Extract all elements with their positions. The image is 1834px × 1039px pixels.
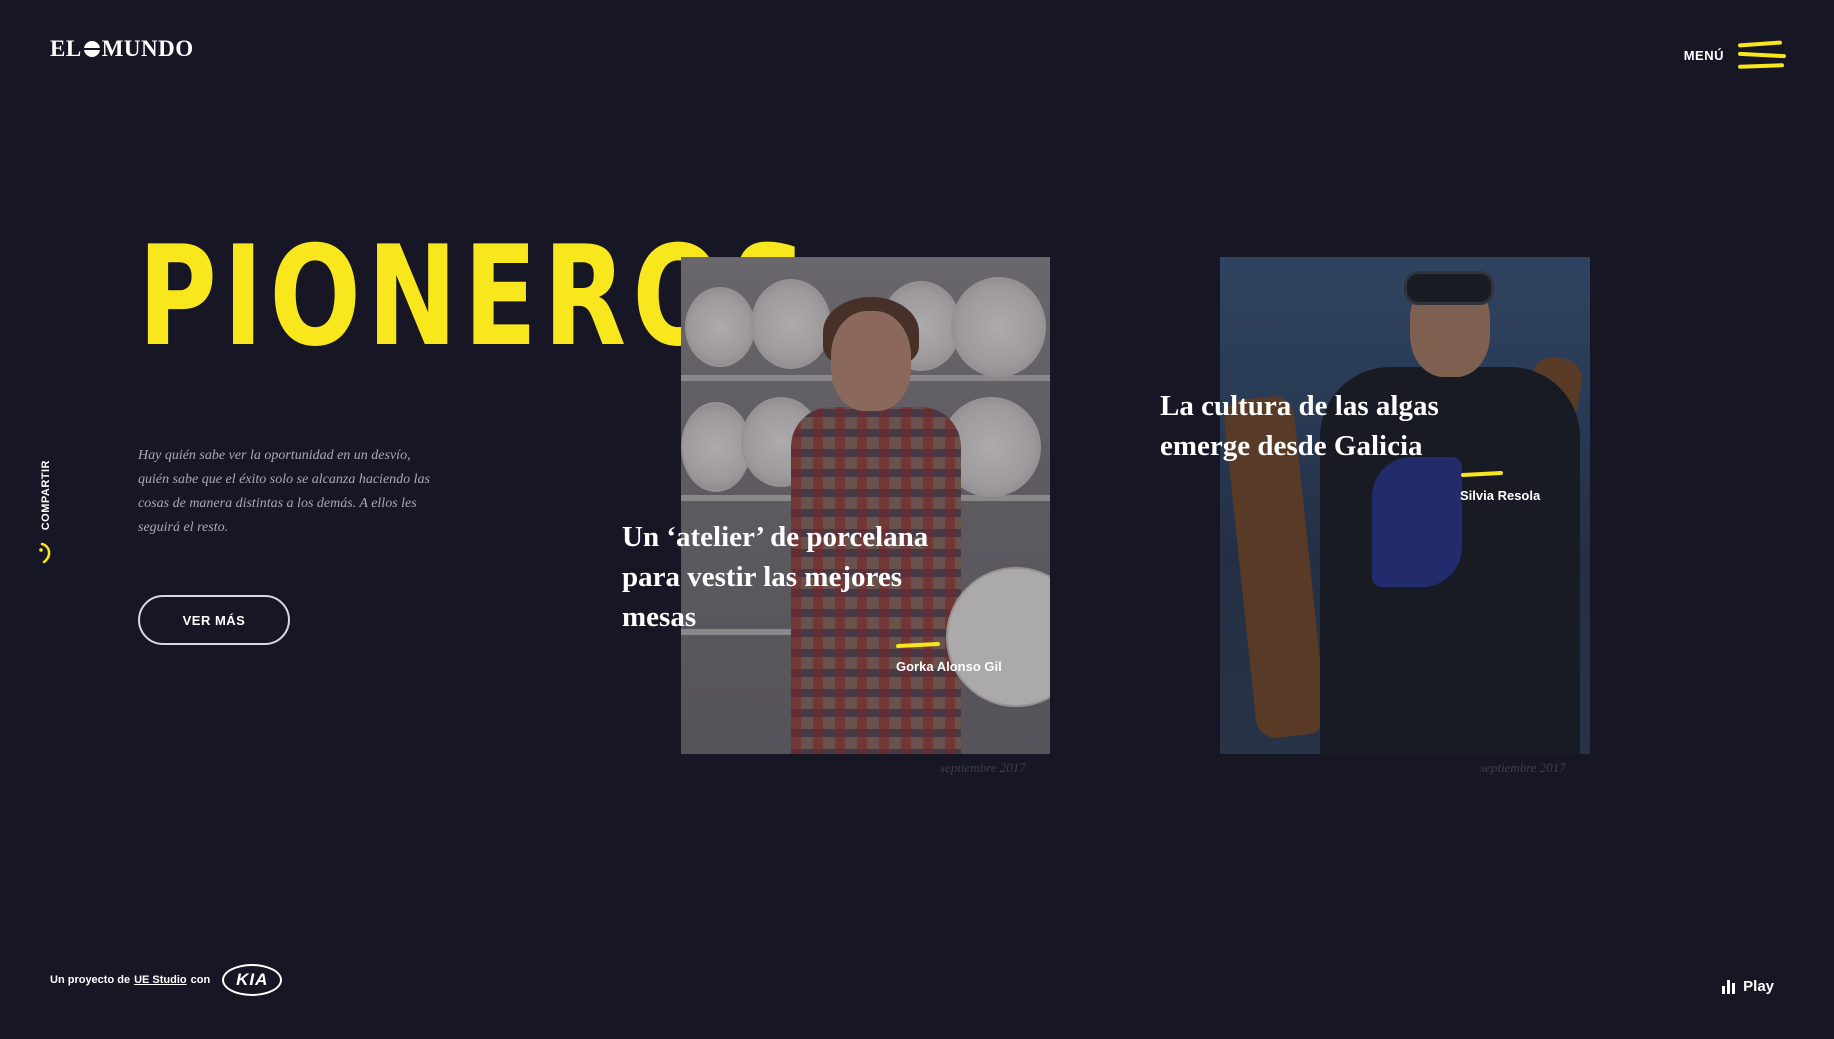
card-1-image[interactable] [681,257,1050,754]
ue-studio-link[interactable]: UE Studio [134,974,187,986]
footer-credit: Un proyecto de UE Studio con KIA [50,964,283,996]
card-2-title[interactable]: La cultura de las algas emerge desde Gal… [1160,386,1480,466]
card-2-image[interactable] [1220,257,1590,754]
play-label: Play [1743,978,1774,995]
logo-text-mundo: MUNDO [101,36,194,61]
card-2-date: septiembre 2017 [1480,760,1566,775]
share-icon [39,543,51,564]
menu-button[interactable]: MENÚ [1683,40,1787,70]
globe-icon [83,41,100,57]
hero-description: Hay quién sabe ver la oportunidad en un … [138,448,430,535]
card-1-author: Gorka Alonso Gil [896,659,1002,674]
share-label: COMPARTIR [40,460,52,531]
card-2-author: Silvia Resola [1460,488,1541,503]
page: EL MUNDO MENÚ COMPARTIR PIONEROS Hay qui… [0,0,1834,1039]
kia-logo[interactable]: KIA [222,964,283,996]
menu-label: MENÚ [1683,47,1724,63]
credit-prefix: Un proyecto de [50,974,131,986]
el-mundo-logo[interactable]: EL MUNDO [50,36,194,62]
audio-bars-icon [1722,979,1736,994]
hamburger-icon [1737,40,1787,70]
share-button[interactable]: COMPARTIR [36,460,56,566]
play-button[interactable]: Play [1722,978,1774,995]
logo-text-el: EL [50,36,82,61]
credit-mid: con [190,974,211,986]
ver-mas-button[interactable]: VER MÁS [138,595,290,645]
card-1-title[interactable]: Un ‘atelier’ de porcelana para vestir la… [622,517,962,637]
card-1-date: septiembre 2017 [940,760,1026,775]
